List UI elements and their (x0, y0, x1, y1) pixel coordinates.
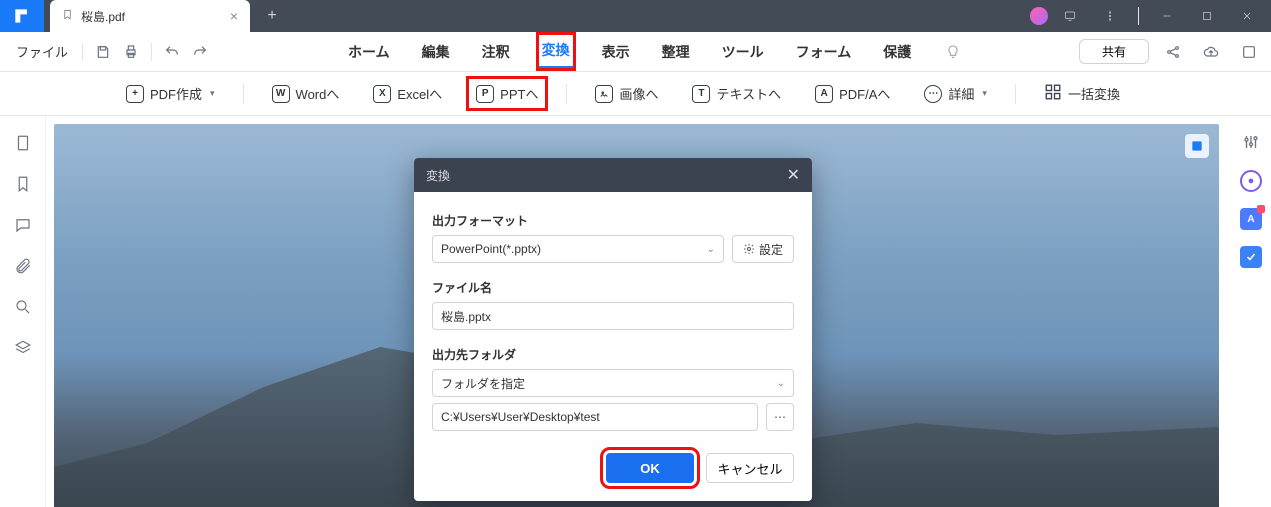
check-icon[interactable] (1240, 246, 1262, 268)
window-close-icon[interactable] (1229, 2, 1265, 30)
separator (1015, 84, 1016, 104)
bookmark-icon (62, 9, 73, 23)
gear-icon (743, 243, 755, 255)
thumbnail-icon[interactable] (14, 134, 32, 157)
output-folder-path-input[interactable]: C:¥Users¥User¥Desktop¥test (432, 403, 758, 431)
to-pdfa-button[interactable]: A PDF/Aへ (809, 80, 896, 107)
cancel-button[interactable]: キャンセル (706, 453, 794, 483)
feedback-icon[interactable] (1052, 2, 1088, 30)
dialog-titlebar[interactable]: 変換 ✕ (414, 158, 812, 192)
to-image-button[interactable]: 画像へ (589, 80, 664, 107)
viewer-toggle-icon[interactable] (1185, 134, 1209, 158)
dialog-title: 変換 (426, 167, 450, 184)
batch-icon (1044, 83, 1062, 104)
print-icon[interactable] (117, 38, 145, 66)
document-tab[interactable]: 桜島.pdf × (50, 0, 250, 32)
sliders-icon[interactable] (1239, 130, 1263, 154)
app-logo (0, 0, 44, 32)
share-button[interactable]: 共有 (1079, 39, 1149, 64)
menubar: ファイル ホーム 編集 注釈 変換 表示 整理 ツール フォーム 保護 共有 (0, 32, 1271, 72)
user-avatar[interactable] (1030, 7, 1048, 25)
p-icon: P (476, 85, 494, 103)
lightbulb-icon[interactable] (939, 38, 967, 66)
new-tab-button[interactable]: + (258, 2, 286, 30)
separator (243, 84, 244, 104)
tab-edit[interactable]: 編集 (418, 36, 454, 68)
dots-icon: ⋯ (924, 85, 942, 103)
output-folder-mode-value: フォルダを指定 (441, 375, 525, 392)
tab-form[interactable]: フォーム (792, 36, 856, 68)
tab-close-icon[interactable]: × (230, 8, 238, 24)
window-minimize-icon[interactable] (1149, 2, 1185, 30)
separator (151, 43, 152, 61)
tab-title: 桜島.pdf (81, 8, 125, 25)
search-icon[interactable] (14, 298, 32, 321)
t-icon: T (692, 85, 710, 103)
w-icon: W (272, 85, 290, 103)
redo-icon[interactable] (186, 38, 214, 66)
tab-comment[interactable]: 注釈 (478, 36, 514, 68)
detail-button[interactable]: ⋯ 詳細▾ (918, 80, 993, 107)
file-menu[interactable]: ファイル (8, 38, 76, 65)
attachment-icon[interactable] (14, 257, 32, 280)
tab-convert[interactable]: 変換 (538, 34, 574, 69)
batch-convert-button[interactable]: 一括変換 (1038, 79, 1126, 108)
tab-view[interactable]: 表示 (598, 36, 634, 68)
output-folder-path-value: C:¥Users¥User¥Desktop¥test (441, 410, 600, 424)
output-format-value: PowerPoint(*.pptx) (441, 242, 541, 256)
browse-folder-button[interactable]: ⋯ (766, 403, 794, 431)
chevron-down-icon: ⌄ (707, 244, 715, 255)
filename-label: ファイル名 (432, 279, 794, 296)
share-nodes-icon[interactable] (1159, 38, 1187, 66)
convert-toolbar: + PDF作成▾ W Wordへ X Excelへ P PPTへ 画像へ T テ… (0, 72, 1271, 116)
chevron-down-icon: ⌄ (777, 378, 785, 389)
grid-icon[interactable] (1235, 38, 1263, 66)
save-icon[interactable] (89, 38, 117, 66)
tab-organize[interactable]: 整理 (658, 36, 694, 68)
to-text-button[interactable]: T テキストへ (686, 80, 787, 107)
x-icon: X (373, 85, 391, 103)
output-folder-mode-select[interactable]: フォルダを指定 ⌄ (432, 369, 794, 397)
translate-icon[interactable]: A (1240, 208, 1262, 230)
create-pdf-button[interactable]: + PDF作成▾ (120, 80, 221, 107)
ai-assistant-icon[interactable]: ● (1240, 170, 1262, 192)
separator (1138, 7, 1139, 25)
filename-value: 桜島.pptx (441, 308, 491, 325)
kebab-icon[interactable] (1092, 2, 1128, 30)
ok-button[interactable]: OK (606, 453, 694, 483)
cloud-upload-icon[interactable] (1197, 38, 1225, 66)
comment-icon[interactable] (14, 216, 32, 239)
main-tabs: ホーム 編集 注釈 変換 表示 整理 ツール フォーム 保護 (344, 34, 967, 69)
to-excel-button[interactable]: X Excelへ (367, 80, 448, 107)
convert-dialog: 変換 ✕ 出力フォーマット PowerPoint(*.pptx) ⌄ 設定 ファ… (414, 158, 812, 501)
filename-input[interactable]: 桜島.pptx (432, 302, 794, 330)
to-word-button[interactable]: W Wordへ (266, 80, 346, 107)
output-format-label: 出力フォーマット (432, 212, 794, 229)
tab-protect[interactable]: 保護 (879, 36, 915, 68)
output-format-select[interactable]: PowerPoint(*.pptx) ⌄ (432, 235, 724, 263)
titlebar: 桜島.pdf × + (0, 0, 1271, 32)
plus-box-icon: + (126, 85, 144, 103)
dialog-close-icon[interactable]: ✕ (787, 165, 800, 185)
undo-icon[interactable] (158, 38, 186, 66)
separator (566, 84, 567, 104)
bookmark-panel-icon[interactable] (14, 175, 32, 198)
settings-button[interactable]: 設定 (732, 235, 794, 263)
tab-tools[interactable]: ツール (718, 36, 768, 68)
image-icon (595, 85, 613, 103)
separator (82, 43, 83, 61)
to-ppt-button[interactable]: P PPTへ (470, 80, 544, 107)
layers-icon[interactable] (14, 339, 32, 362)
right-rail: ● A (1231, 116, 1271, 507)
a-icon: A (815, 85, 833, 103)
window-maximize-icon[interactable] (1189, 2, 1225, 30)
output-folder-label: 出力先フォルダ (432, 346, 794, 363)
left-panel (0, 116, 46, 507)
tab-home[interactable]: ホーム (344, 36, 394, 68)
